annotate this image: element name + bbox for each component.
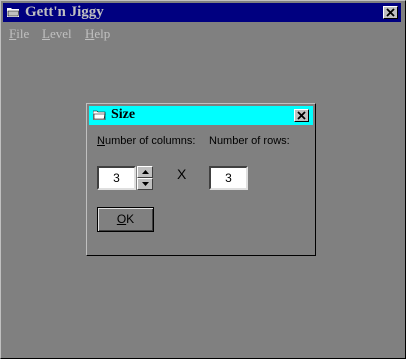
folder-icon: [7, 8, 20, 17]
menu-help[interactable]: Help: [85, 26, 110, 42]
arrow-down-icon: [142, 182, 149, 186]
window-title: Gett'n Jiggy: [25, 4, 104, 20]
dialog-title: Size: [111, 107, 136, 122]
menu-bar: File Level Help: [3, 24, 401, 43]
spin-down-button[interactable]: [137, 178, 153, 190]
dialog-close-button[interactable]: [294, 109, 309, 122]
title-bar[interactable]: Gett'n Jiggy: [3, 3, 401, 22]
folder-icon: [93, 110, 106, 120]
columns-label: Number of columns:: [97, 135, 196, 147]
close-icon: [386, 8, 395, 17]
columns-input[interactable]: 3: [97, 166, 136, 190]
menu-file[interactable]: File: [9, 26, 29, 42]
close-icon: [297, 111, 306, 120]
arrow-up-icon: [142, 170, 149, 174]
dialog-title-bar[interactable]: Size: [89, 106, 313, 125]
spin-up-button[interactable]: [137, 166, 153, 178]
columns-spinner: [137, 166, 153, 190]
ok-button[interactable]: OK: [97, 207, 154, 232]
close-button[interactable]: [383, 6, 398, 19]
rows-input[interactable]: 3: [209, 166, 248, 190]
size-dialog: Size Number of columns: Number of rows: …: [86, 103, 316, 256]
menu-level[interactable]: Level: [42, 26, 72, 42]
times-symbol: X: [177, 166, 187, 182]
rows-label: Number of rows:: [209, 135, 290, 147]
